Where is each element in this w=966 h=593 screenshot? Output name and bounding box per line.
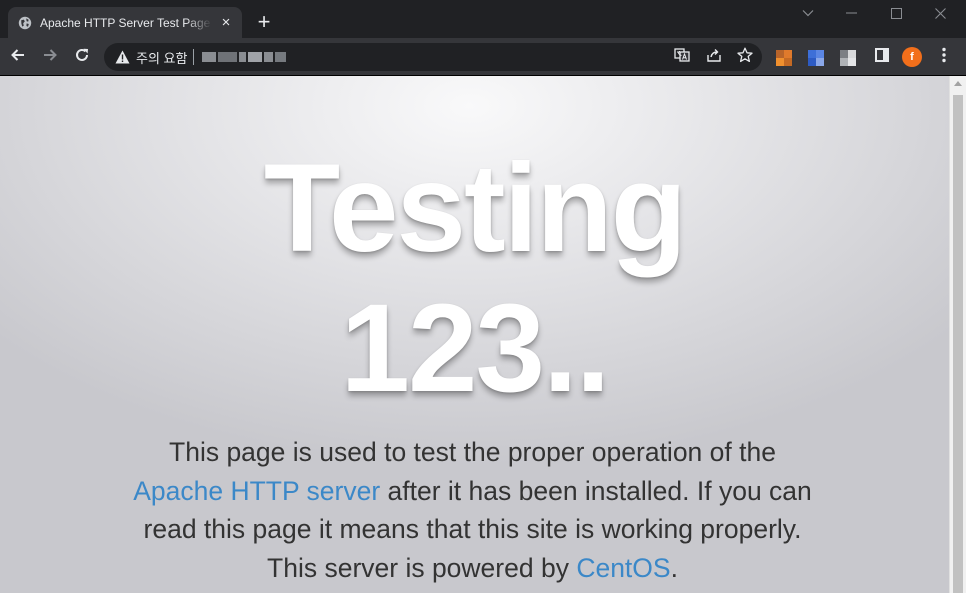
close-icon — [934, 7, 946, 19]
description-line-4-suffix: . — [670, 552, 678, 583]
browser-window: Apache HTTP Server Test Page powered by … — [0, 0, 966, 593]
globe-icon — [18, 16, 32, 30]
star-icon — [737, 47, 753, 68]
page-viewport: Testing 123.. This page is used to test … — [0, 76, 949, 593]
browser-toolbar: 주의 요함 f — [0, 38, 966, 76]
url-text-redacted[interactable] — [202, 52, 287, 62]
description-line-4-prefix: This server is powered by — [267, 552, 577, 583]
side-panel-button[interactable] — [870, 45, 894, 69]
translate-button[interactable] — [672, 47, 692, 67]
translate-icon — [674, 47, 690, 67]
bookmark-button[interactable] — [735, 47, 755, 67]
profile-avatar[interactable]: f — [902, 47, 922, 67]
minimize-icon — [846, 12, 858, 14]
extension-button-3[interactable] — [840, 50, 856, 66]
heading-line-2: 123.. — [340, 279, 610, 418]
page-heading: Testing 123.. — [0, 139, 949, 419]
tab-title: Apache HTTP Server Test Page powered by … — [40, 15, 212, 30]
kebab-menu-icon — [942, 47, 946, 68]
centos-link[interactable]: CentOS — [576, 553, 670, 583]
scrollbar-thumb[interactable] — [953, 95, 963, 593]
reload-icon — [74, 47, 90, 68]
omnibox-divider — [193, 49, 195, 65]
maximize-icon — [890, 7, 902, 19]
apache-http-server-link[interactable]: Apache HTTP server — [133, 476, 380, 506]
security-status-label[interactable]: 주의 요함 — [136, 48, 187, 67]
menu-button[interactable] — [934, 46, 954, 68]
description-line-2: after it has been installed. If you can — [380, 475, 812, 506]
share-button[interactable] — [704, 47, 724, 67]
scroll-up-arrow-icon[interactable] — [954, 81, 962, 86]
tab-strip: Apache HTTP Server Test Page powered by … — [0, 0, 966, 38]
page-description: This page is used to test the proper ope… — [100, 433, 845, 587]
warning-triangle-icon[interactable] — [114, 49, 130, 65]
minimize-button[interactable] — [830, 0, 874, 26]
back-arrow-icon — [10, 47, 26, 68]
description-line-1: This page is used to test the proper ope… — [169, 437, 776, 467]
back-button[interactable] — [6, 45, 30, 69]
extension-button-2[interactable] — [808, 50, 824, 66]
address-bar[interactable]: 주의 요함 — [104, 43, 762, 71]
vertical-scrollbar[interactable] — [949, 76, 966, 593]
forward-arrow-icon — [42, 47, 58, 68]
reload-button[interactable] — [70, 45, 94, 69]
description-line-3: read this page it means that this site i… — [143, 514, 802, 544]
forward-button[interactable] — [38, 45, 62, 69]
new-tab-button[interactable]: + — [252, 11, 276, 35]
tab-close-icon[interactable]: × — [218, 14, 234, 31]
share-icon — [706, 47, 722, 68]
side-panel-icon — [875, 47, 889, 67]
extension-button-1[interactable] — [776, 50, 792, 66]
tab-search-button[interactable] — [786, 0, 830, 26]
maximize-button[interactable] — [874, 0, 918, 26]
active-tab[interactable]: Apache HTTP Server Test Page powered by … — [8, 7, 242, 38]
chevron-down-icon — [802, 9, 814, 17]
heading-line-1: Testing — [263, 139, 687, 278]
close-window-button[interactable] — [918, 0, 962, 26]
